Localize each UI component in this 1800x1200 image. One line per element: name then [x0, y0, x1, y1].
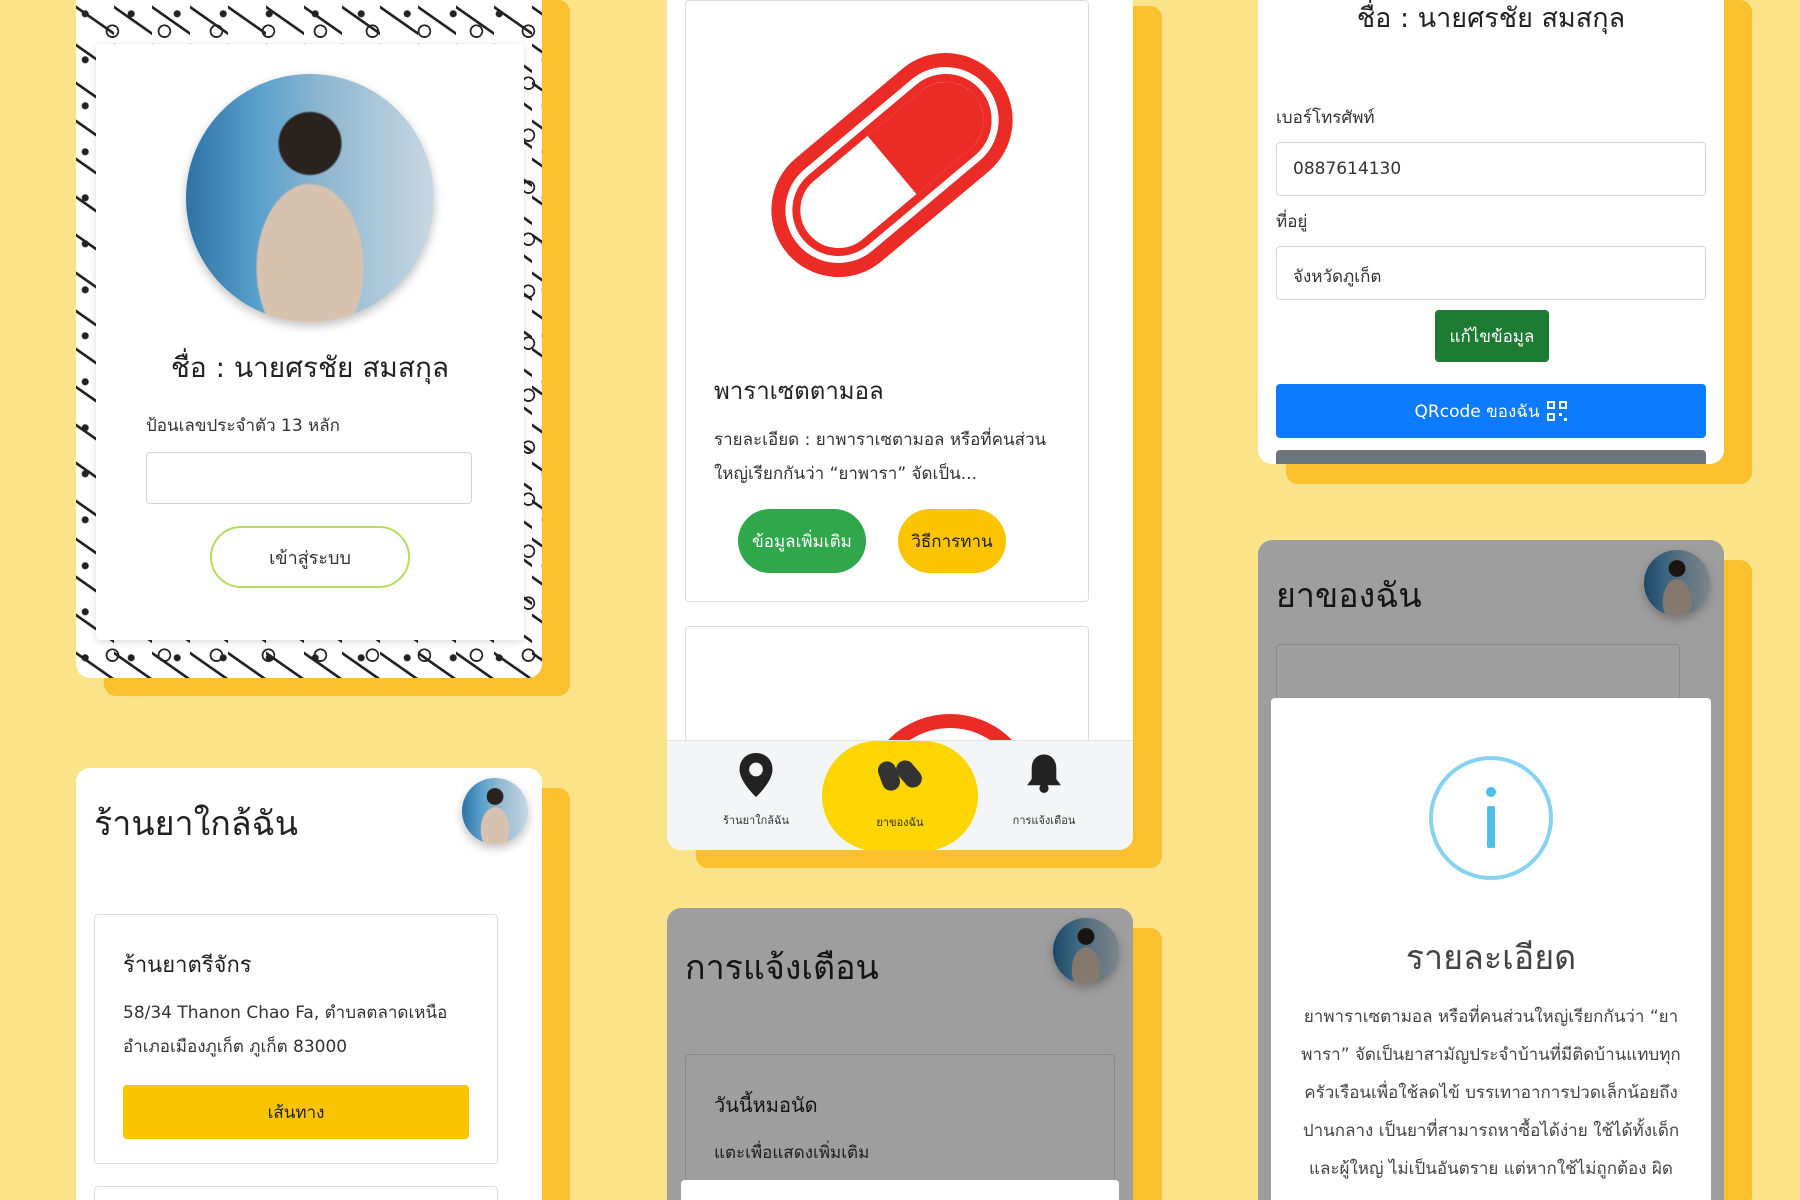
login-card: ชื่อ : นายศรชัย สมสกุล ป้อนเลขประจำตัว 1… [96, 44, 524, 640]
bell-icon [1027, 754, 1061, 793]
notifications-screen: การแจ้งเตือน วันนี้หมอนัด แตะเพื่อแสดงเพ… [667, 908, 1133, 1200]
detail-modal: รายละเอียด ยาพาราเซตามอล หรือที่คนส่วนให… [1271, 698, 1711, 1200]
howto-button[interactable]: วิธีการทาน [898, 509, 1006, 573]
id-input[interactable] [146, 452, 472, 504]
edit-button[interactable]: แก้ไขข้อมูล [1435, 310, 1549, 362]
nav-pharmacy[interactable]: ร้านยาใกล้ฉัน [691, 741, 821, 850]
nav-notifications[interactable]: การแจ้งเตือน [979, 741, 1109, 850]
qr-button[interactable]: QRcode ของฉัน [1276, 384, 1706, 438]
nav-my-medicine[interactable]: ยาของฉัน [822, 741, 978, 850]
nav-my-medicine-label: ยาของฉัน [876, 816, 924, 829]
user-name: ชื่อ : นายศรชัย สมสกุล [170, 351, 450, 384]
store-card-next [94, 1186, 498, 1200]
login-screen: ชื่อ : นายศรชัย สมสกุล ป้อนเลขประจำตัว 1… [76, 0, 542, 678]
address-label: ที่อยู่ [1276, 212, 1308, 232]
secondary-button-partial[interactable] [1276, 450, 1706, 464]
nav-notifications-label: การแจ้งเตือน [1012, 814, 1076, 827]
avatar-small[interactable] [462, 778, 528, 844]
modal-top-edge [681, 1180, 1119, 1200]
info-icon [1429, 756, 1553, 880]
medicine-screen: พาราเซตตามอล รายละเอียด : ยาพาราเซตามอล … [667, 0, 1133, 850]
address-input[interactable]: จังหวัดภูเก็ต [1276, 246, 1706, 300]
bottom-nav: ร้านยาใกล้ฉัน ยาของฉัน การแจ้งเตือน [667, 740, 1133, 850]
login-button[interactable]: เข้าสู่ระบบ [210, 526, 410, 588]
pharmacy-title: ร้านยาใกล้ฉัน [94, 804, 299, 844]
store-name: ร้านยาตรีจักร [123, 953, 252, 978]
modal-body: ยาพาราเซตามอล หรือที่คนส่วนใหญ่เรียกกันว… [1301, 1007, 1681, 1200]
capsule-icon [771, 53, 1013, 277]
medicine-card: พาราเซตตามอล รายละเอียด : ยาพาราเซตามอล … [685, 0, 1089, 602]
profile-screen: ชื่อ : นายศรชัย สมสกุล เบอร์โทรศัพท์ 088… [1258, 0, 1724, 464]
store-address-line2: อำเภอเมืองภูเก็ต ภูเก็ต 83000 [123, 1037, 348, 1057]
profile-name: ชื่อ : นายศรชัย สมสกุล [1356, 3, 1626, 34]
avatar [186, 74, 434, 322]
mymed-screen: ยาของฉัน รายละเอียด ยาพาราเซตามอล หรือที… [1258, 540, 1724, 1200]
nav-pharmacy-label: ร้านยาใกล้ฉัน [722, 814, 789, 827]
modal-overlay [667, 908, 1133, 1200]
drug-name: พาราเซตตามอล [714, 377, 884, 405]
drug-detail: รายละเอียด : ยาพาราเซตามอล หรือที่คนส่วน… [714, 430, 1047, 484]
store-card: ร้านยาตรีจักร 58/34 Thanon Chao Fa, ตำบล… [94, 914, 498, 1164]
id-label: ป้อนเลขประจำตัว 13 หลัก [146, 416, 340, 436]
modal-title: รายละเอียด [1405, 938, 1577, 978]
route-button[interactable]: เส้นทาง [123, 1085, 469, 1139]
phone-label: เบอร์โทรศัพท์ [1276, 108, 1375, 128]
qr-button-label: QRcode ของฉัน [1414, 401, 1540, 422]
qr-code-icon [1547, 401, 1568, 421]
pills-icon [878, 760, 922, 791]
phone-input[interactable]: 0887614130 [1276, 142, 1706, 196]
map-pin-icon [739, 753, 773, 797]
store-address-line1: 58/34 Thanon Chao Fa, ตำบลตลาดเหนือ [123, 1003, 448, 1023]
more-info-button[interactable]: ข้อมูลเพิ่มเติม [738, 509, 866, 573]
pharmacy-screen: ร้านยาใกล้ฉัน ร้านยาตรีจักร 58/34 Thanon… [76, 768, 542, 1200]
